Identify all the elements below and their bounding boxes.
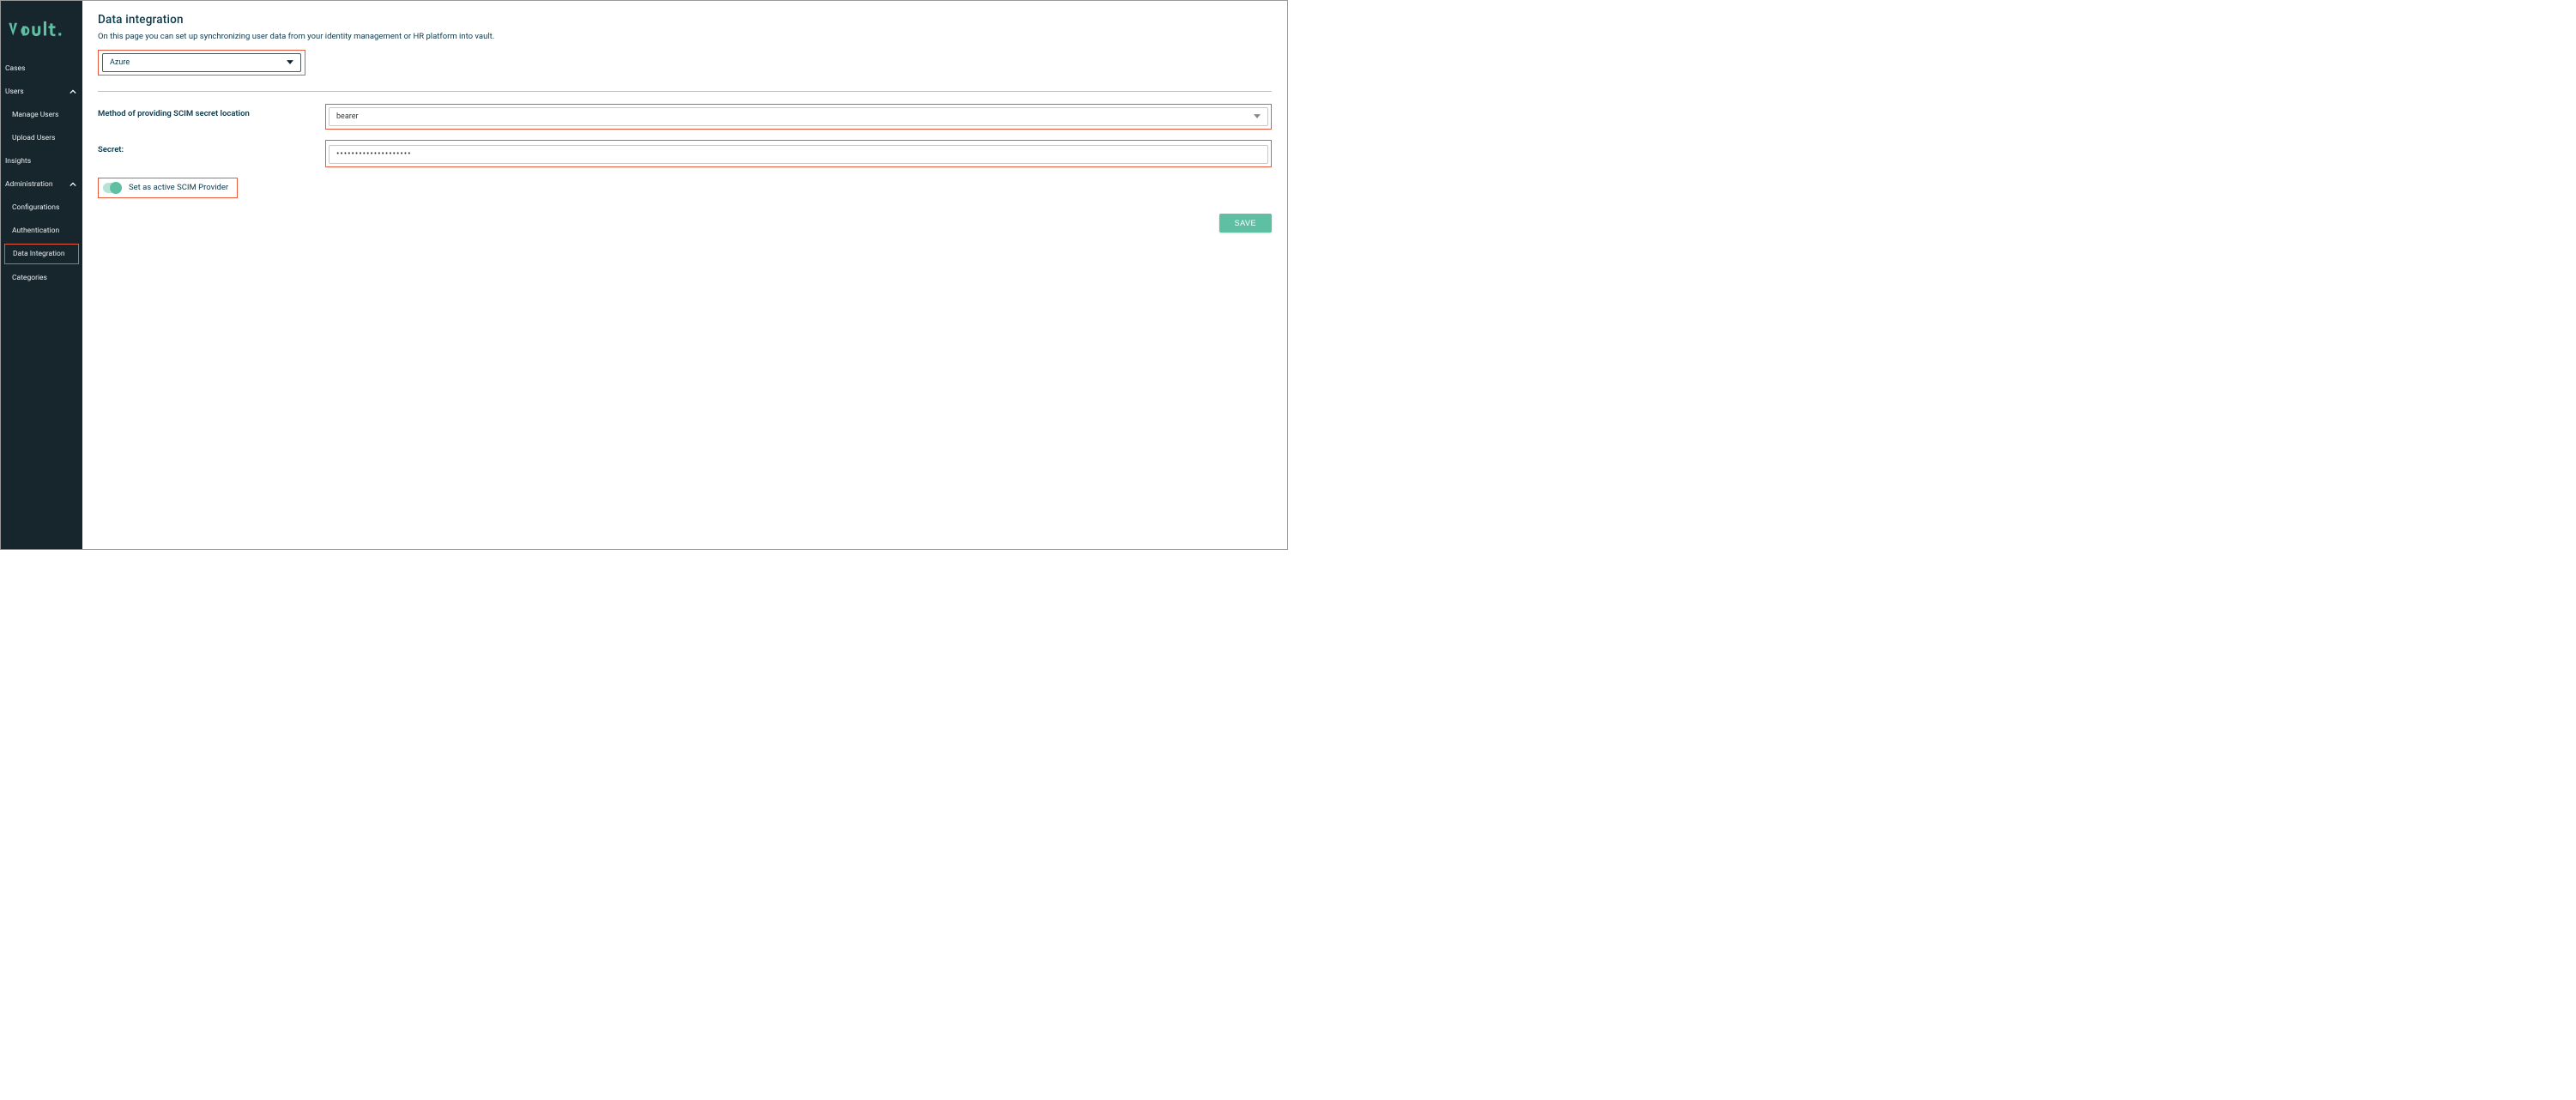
sidebar-item-label: Manage Users	[12, 111, 58, 119]
method-row: Method of providing SCIM secret location…	[98, 104, 1272, 130]
sidebar-item-label: Authentication	[12, 227, 59, 235]
caret-down-icon	[1254, 112, 1261, 121]
sidebar-item-label: Insights	[5, 157, 31, 166]
sidebar-item-label: Users	[5, 88, 24, 96]
sidebar-item-label: Categories	[12, 274, 47, 282]
sidebar-item-label: Cases	[5, 64, 25, 73]
page-title: Data integration	[98, 13, 1272, 27]
sidebar-item-label: Data Integration	[13, 250, 65, 258]
sidebar-item-configurations[interactable]: Configurations	[1, 196, 82, 219]
chevron-up-icon	[70, 181, 76, 188]
sidebar-item-manage-users[interactable]: Manage Users	[1, 103, 82, 126]
section-divider	[98, 91, 1272, 92]
active-provider-toggle-highlight: Set as active SCIM Provider	[98, 178, 238, 198]
active-provider-toggle[interactable]	[103, 183, 122, 193]
sidebar-item-categories[interactable]: Categories	[1, 266, 82, 289]
sidebar-item-label: Configurations	[12, 203, 59, 212]
method-select-highlight: bearer	[325, 104, 1272, 130]
sidebar-item-authentication[interactable]: Authentication	[1, 219, 82, 242]
secret-input[interactable]	[329, 145, 1268, 164]
actions-bar: SAVE	[98, 214, 1272, 233]
sidebar-item-users[interactable]: Users	[1, 80, 82, 103]
nav-list: Cases Users Manage Users Upload Users In…	[1, 57, 82, 289]
toggle-knob	[110, 182, 122, 194]
vault-logo-icon	[8, 20, 71, 39]
provider-select[interactable]: Azure	[102, 53, 301, 72]
save-button[interactable]: SAVE	[1219, 214, 1272, 233]
caret-down-icon	[287, 58, 293, 67]
secret-row: Secret:	[98, 140, 1272, 167]
sidebar-item-label: Upload Users	[12, 134, 55, 142]
chevron-up-icon	[70, 88, 76, 95]
sidebar-item-insights[interactable]: Insights	[1, 149, 82, 172]
sidebar-item-data-integration[interactable]: Data Integration	[4, 244, 79, 264]
active-provider-toggle-label: Set as active SCIM Provider	[129, 183, 228, 192]
main-content: Data integration On this page you can se…	[82, 1, 1287, 549]
secret-input-highlight	[325, 140, 1272, 167]
method-select[interactable]: bearer	[329, 107, 1268, 126]
provider-select-value: Azure	[110, 58, 130, 67]
method-select-value: bearer	[336, 112, 359, 121]
secret-label: Secret:	[98, 140, 325, 154]
sidebar-item-upload-users[interactable]: Upload Users	[1, 126, 82, 149]
brand-logo	[1, 9, 82, 57]
sidebar-item-label: Administration	[5, 180, 53, 189]
page-description: On this page you can set up synchronizin…	[98, 32, 1272, 41]
sidebar: Cases Users Manage Users Upload Users In…	[1, 1, 82, 549]
provider-select-highlight: Azure	[98, 50, 305, 76]
sidebar-item-administration[interactable]: Administration	[1, 172, 82, 196]
sidebar-item-cases[interactable]: Cases	[1, 57, 82, 80]
method-label: Method of providing SCIM secret location	[98, 104, 325, 118]
